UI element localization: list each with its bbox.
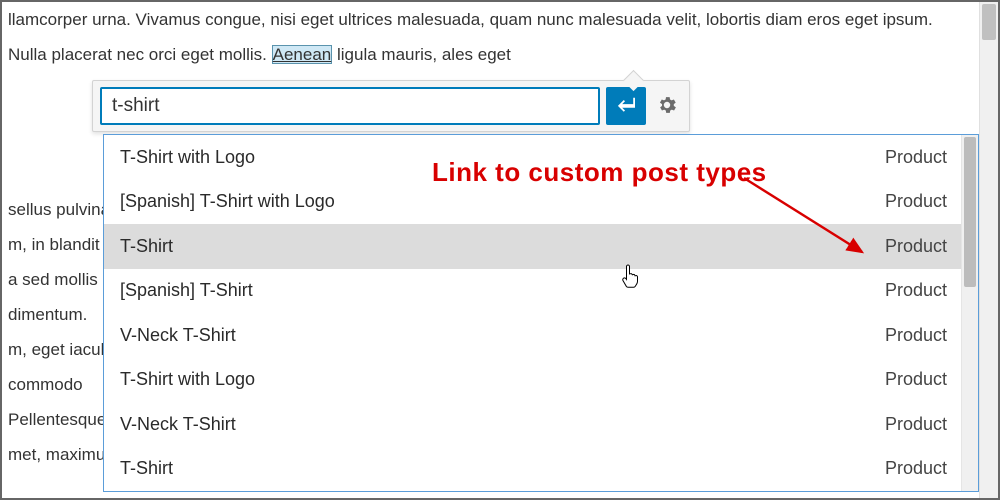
dropdown-scrollbar-thumb[interactable] (964, 137, 976, 287)
viewport-scrollbar[interactable] (979, 2, 998, 498)
link-result-type: Product (885, 369, 947, 390)
link-result-type: Product (885, 191, 947, 212)
paragraph1-post: ligula mauris, ales eget (337, 45, 511, 64)
link-result-type: Product (885, 236, 947, 257)
link-settings-button[interactable] (652, 91, 682, 121)
link-toolbar (92, 80, 690, 132)
enter-icon (615, 96, 637, 117)
link-result-type: Product (885, 147, 947, 168)
link-result-item[interactable]: T-Shirt Product (104, 224, 961, 269)
link-result-label: T-Shirt with Logo (120, 369, 255, 390)
paragraph-1[interactable]: llamcorper urna. Vivamus congue, nisi eg… (8, 2, 972, 72)
link-result-label: T-Shirt with Logo (120, 147, 255, 168)
link-result-label: T-Shirt (120, 236, 173, 257)
link-result-type: Product (885, 325, 947, 346)
link-result-item[interactable]: T-Shirt Product (104, 447, 961, 492)
link-result-label: V-Neck T-Shirt (120, 414, 236, 435)
link-results-list[interactable]: T-Shirt with LogoProduct[Spanish] T-Shir… (104, 135, 961, 491)
link-result-label: [Spanish] T-Shirt (120, 280, 253, 301)
link-result-label: V-Neck T-Shirt (120, 325, 236, 346)
link-url-input[interactable] (100, 87, 600, 125)
link-result-item[interactable]: V-Neck T-Shirt Product (104, 313, 961, 358)
link-result-label: [Spanish] T-Shirt with Logo (120, 191, 335, 212)
link-result-type: Product (885, 280, 947, 301)
gear-icon (656, 94, 678, 119)
link-submit-button[interactable] (606, 87, 646, 125)
link-result-item[interactable]: T-Shirt with Logo Product (104, 358, 961, 403)
link-result-type: Product (885, 414, 947, 435)
annotation-label: Link to custom post types (432, 157, 767, 188)
link-result-label: T-Shirt (120, 458, 173, 479)
link-result-item[interactable]: [Spanish] T-Shirt Product (104, 269, 961, 314)
dropdown-scrollbar[interactable] (961, 135, 978, 491)
editor-viewport: llamcorper urna. Vivamus congue, nisi eg… (0, 0, 1000, 500)
link-result-type: Product (885, 458, 947, 479)
selected-link-text[interactable]: Aenean (272, 45, 333, 64)
scrollbar-thumb[interactable] (982, 4, 996, 40)
link-result-item[interactable]: V-Neck T-Shirt Product (104, 402, 961, 447)
